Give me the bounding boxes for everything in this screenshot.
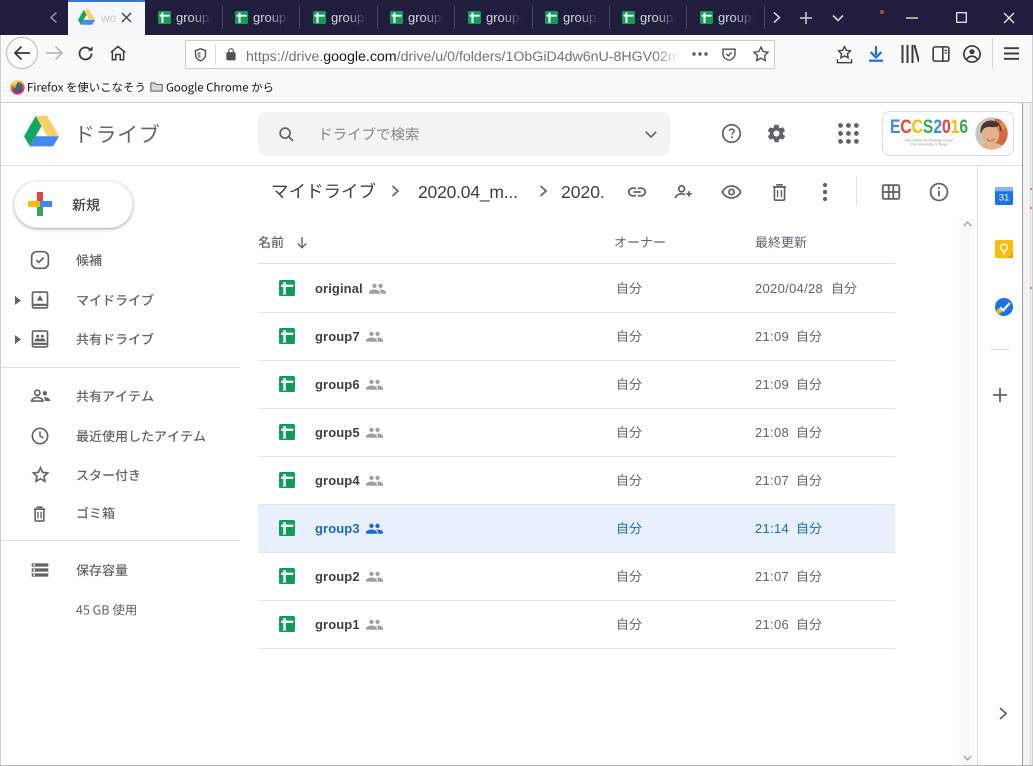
svg-text:31: 31 [999, 193, 1010, 204]
